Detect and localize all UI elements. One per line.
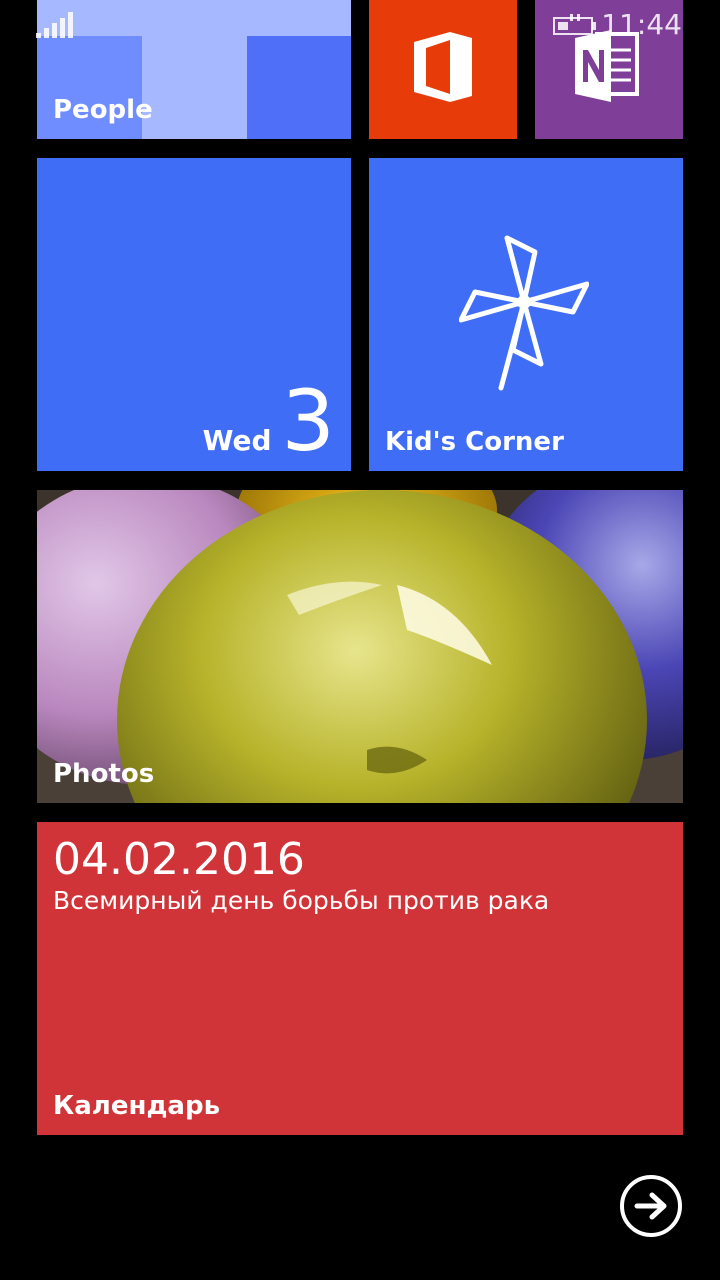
pinwheel-icon xyxy=(459,235,589,391)
event-date: 04.02.2016 xyxy=(53,834,305,885)
photos-tile[interactable]: Photos xyxy=(37,490,683,803)
onenote-icon xyxy=(575,30,639,102)
people-tile-label: People xyxy=(53,95,153,125)
arrow-right-circle-icon[interactable] xyxy=(619,1174,683,1238)
calendar-label: Календарь xyxy=(53,1091,221,1121)
people-tile[interactable]: People xyxy=(37,0,351,139)
calendar-wide-tile[interactable]: 04.02.2016 Всемирный день борьбы против … xyxy=(37,822,683,1135)
photo-image xyxy=(37,490,683,803)
onenote-tile[interactable] xyxy=(535,0,683,139)
photos-label: Photos xyxy=(53,759,155,789)
calendar-day-of-week: Wed xyxy=(202,424,272,457)
calendar-small-tile[interactable]: Wed 3 xyxy=(37,158,351,471)
event-title: Всемирный день борьбы против рака xyxy=(53,886,550,915)
office-icon xyxy=(414,32,472,102)
kids-corner-tile[interactable]: Kid's Corner xyxy=(369,158,683,471)
kids-corner-label: Kid's Corner xyxy=(385,427,564,457)
calendar-day-number: 3 xyxy=(281,372,335,470)
office-tile[interactable] xyxy=(369,0,517,139)
